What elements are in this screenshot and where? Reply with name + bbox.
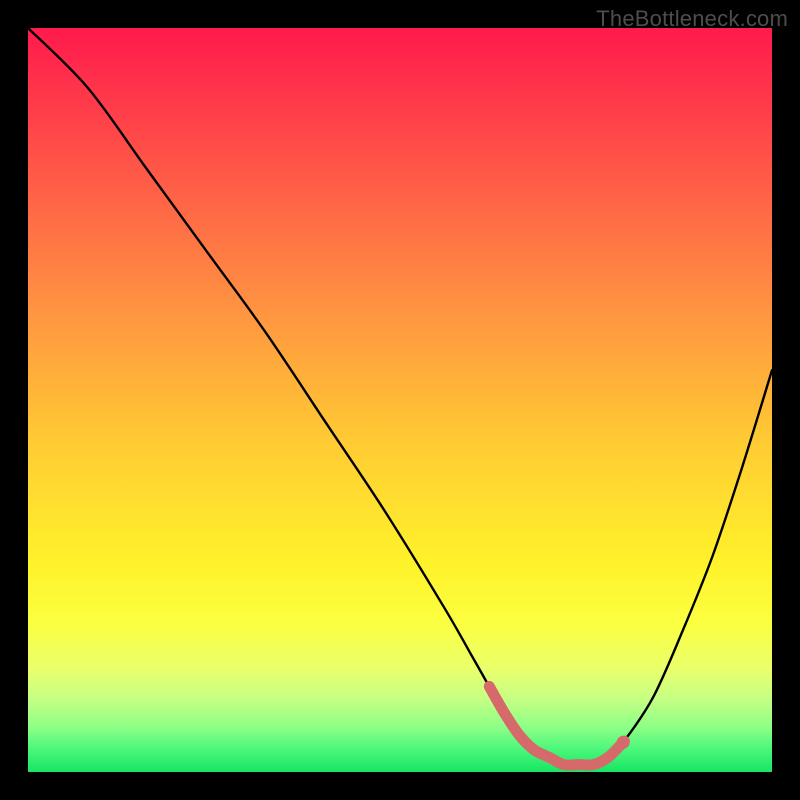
chart-frame: TheBottleneck.com [0, 0, 800, 800]
bottleneck-curve-path [28, 28, 772, 765]
plot-area [28, 28, 772, 772]
optimal-band-end-dot [617, 736, 630, 749]
optimal-band-path [489, 686, 624, 765]
curve-svg [28, 28, 772, 772]
